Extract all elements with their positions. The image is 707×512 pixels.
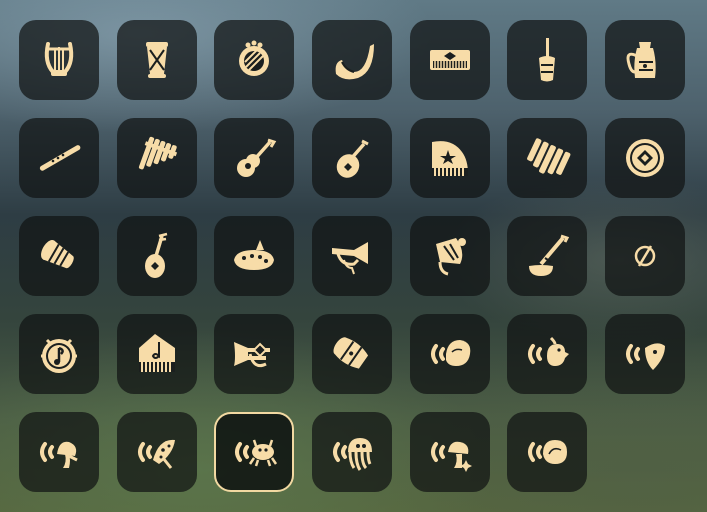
pipa-icon	[129, 228, 185, 284]
sound-spotted-mushroom-icon	[129, 424, 185, 480]
inventory-slot[interactable]	[605, 314, 686, 394]
inventory-slot[interactable]	[214, 20, 295, 100]
sound-jellyfish-icon	[324, 424, 380, 480]
sound-shell-icon	[422, 326, 478, 382]
xylophone-icon	[519, 130, 575, 186]
sound-sparkle-mushroom-icon	[422, 424, 478, 480]
inventory-slot[interactable]	[605, 118, 686, 198]
inventory-slot[interactable]	[116, 118, 197, 198]
inventory-slot[interactable]	[409, 412, 490, 492]
inventory-slot[interactable]	[507, 314, 588, 394]
inventory-slot[interactable]	[214, 412, 295, 492]
sound-bird-icon	[519, 326, 575, 382]
sound-crab-icon	[226, 424, 282, 480]
inventory-slot[interactable]	[19, 314, 99, 394]
empty-slot-icon	[617, 228, 673, 284]
inventory-slot[interactable]	[116, 216, 197, 296]
inventory-slot[interactable]	[214, 118, 295, 198]
bell-pot-icon	[617, 32, 673, 88]
inventory-slot[interactable]	[312, 412, 393, 492]
round-harp-icon	[226, 32, 282, 88]
inventory-slot[interactable]	[507, 20, 588, 100]
trumpet-icon	[226, 326, 282, 382]
horn-icon	[324, 32, 380, 88]
inventory-slot[interactable]	[312, 314, 393, 394]
barrel-drum-icon	[324, 326, 380, 382]
guitar-icon	[226, 130, 282, 186]
panpipe-icon	[129, 130, 185, 186]
inventory-slot[interactable]	[19, 412, 99, 492]
drum-icon	[129, 32, 185, 88]
inventory-slot[interactable]	[409, 216, 490, 296]
piano-flag-icon	[129, 326, 185, 382]
inventory-slot[interactable]	[605, 216, 686, 296]
keyboard-icon	[422, 32, 478, 88]
flute-icon	[31, 130, 87, 186]
sound-round-shell-icon	[519, 424, 575, 480]
inventory-slot[interactable]	[19, 118, 99, 198]
inventory-slot[interactable]	[312, 118, 393, 198]
ocarina-icon	[226, 228, 282, 284]
instrument-grid	[19, 20, 686, 492]
inventory-slot[interactable]	[507, 412, 588, 492]
inventory-slot[interactable]	[116, 20, 197, 100]
lute-icon	[324, 130, 380, 186]
grand-piano-icon	[422, 130, 478, 186]
inventory-slot[interactable]	[116, 412, 197, 492]
hand-drum-icon	[31, 228, 87, 284]
inventory-slot[interactable]	[19, 216, 99, 296]
inventory-slot[interactable]	[214, 216, 295, 296]
sound-mushroom-icon	[31, 424, 87, 480]
inventory-slot[interactable]	[214, 314, 295, 394]
inventory-slot[interactable]	[605, 20, 686, 100]
inventory-slot[interactable]	[312, 216, 393, 296]
lyre-icon	[31, 32, 87, 88]
bugle-icon	[324, 228, 380, 284]
music-drum-icon	[31, 326, 87, 382]
inventory-slot[interactable]	[409, 20, 490, 100]
sound-pick-icon	[617, 326, 673, 382]
inventory-slot[interactable]	[409, 118, 490, 198]
inventory-slot[interactable]	[409, 314, 490, 394]
disc-drum-icon	[617, 130, 673, 186]
rattle-icon	[519, 32, 575, 88]
shovel-instrument-icon	[519, 228, 575, 284]
inventory-slot[interactable]	[116, 314, 197, 394]
horn-bell-icon	[422, 228, 478, 284]
inventory-slot[interactable]	[312, 20, 393, 100]
inventory-slot[interactable]	[507, 118, 588, 198]
inventory-slot[interactable]	[19, 20, 99, 100]
inventory-slot[interactable]	[507, 216, 588, 296]
